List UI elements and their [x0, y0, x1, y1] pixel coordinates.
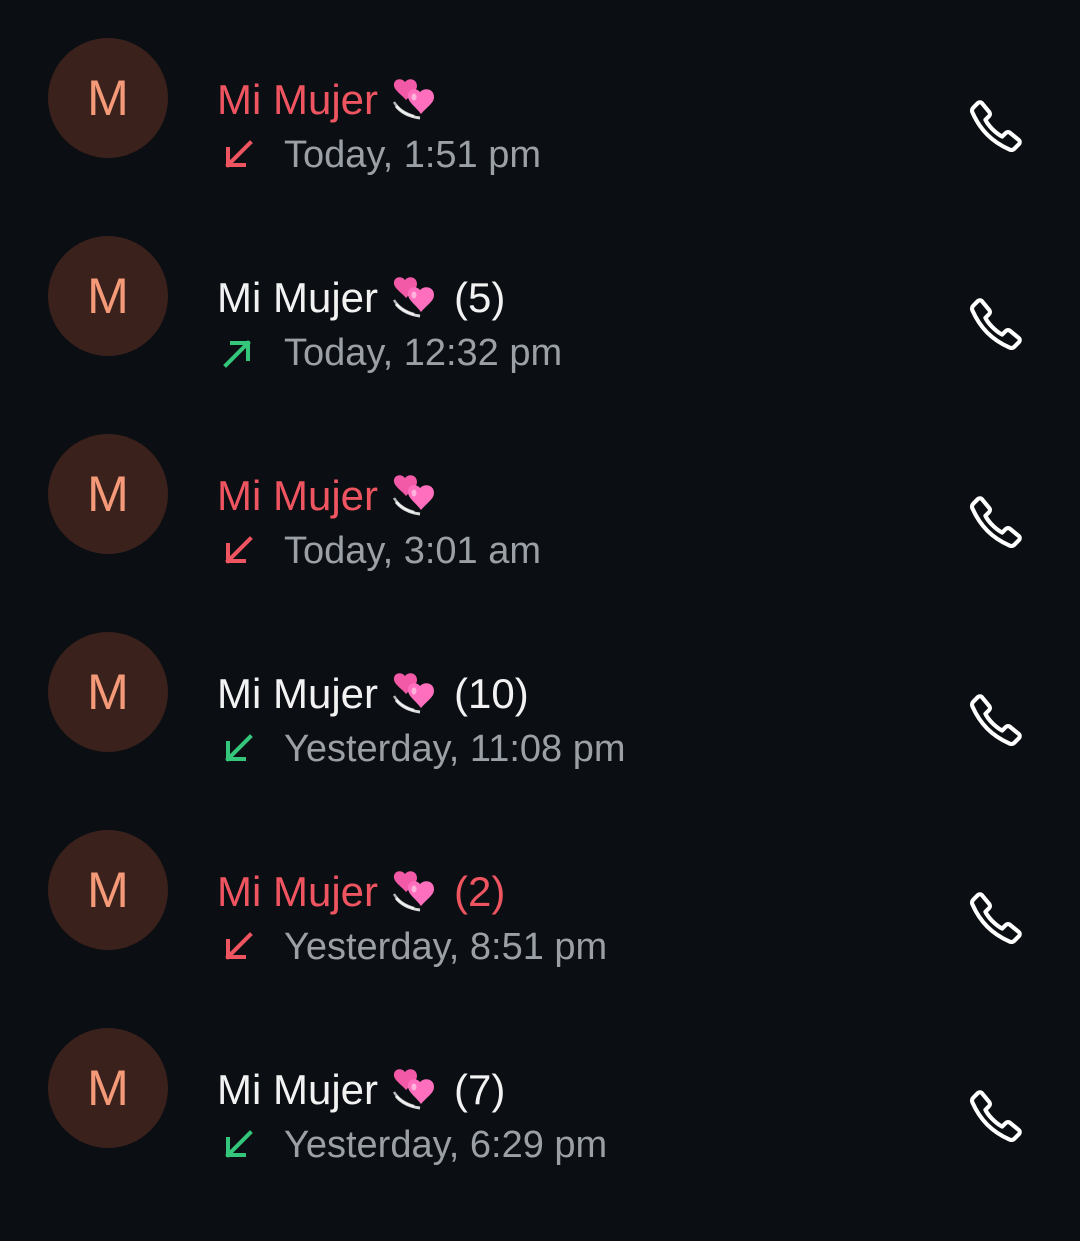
revolving-hearts-icon — [390, 274, 438, 322]
call-time: Yesterday, 11:08 pm — [284, 728, 626, 770]
phone-icon[interactable] — [965, 293, 1027, 355]
arrow-down-left-icon — [220, 137, 284, 173]
call-log-row[interactable]: M Mi Mujer (5) Today, 12:32 pm — [0, 198, 1080, 396]
call-count: (2) — [454, 868, 506, 915]
call-log-row[interactable]: M Mi Mujer (7) Yesterday, 6:29 pm — [0, 990, 1080, 1188]
call-time: Today, 1:51 pm — [284, 134, 542, 176]
arrow-down-left-icon — [220, 731, 284, 767]
phone-icon[interactable] — [965, 95, 1027, 157]
avatar[interactable]: M — [48, 38, 168, 158]
phone-icon[interactable] — [965, 887, 1027, 949]
contact-name-line: Mi Mujer (2) — [217, 862, 505, 922]
avatar[interactable]: M — [48, 830, 168, 950]
call-log-row[interactable]: M Mi Mujer (2) Yesterday, 8:51 pm — [0, 792, 1080, 990]
call-back-button[interactable] — [956, 482, 1036, 562]
revolving-hearts-icon — [390, 76, 438, 124]
contact-name: Mi Mujer — [217, 868, 379, 915]
call-time: Yesterday, 6:29 pm — [284, 1124, 608, 1166]
call-time: Yesterday, 8:51 pm — [284, 926, 608, 968]
call-time: Today, 12:32 pm — [284, 332, 563, 374]
revolving-hearts-icon — [390, 1066, 438, 1114]
phone-icon[interactable] — [965, 1085, 1027, 1147]
contact-name: Mi Mujer — [217, 670, 379, 717]
avatar[interactable]: M — [48, 632, 168, 752]
call-detail-line: Today, 1:51 pm — [220, 130, 541, 180]
avatar[interactable]: M — [48, 1028, 168, 1148]
contact-name-line: Mi Mujer (7) — [217, 1060, 505, 1120]
call-count: (10) — [454, 670, 529, 717]
phone-icon[interactable] — [965, 491, 1027, 553]
call-time: Today, 3:01 am — [284, 530, 542, 572]
call-log-row[interactable]: M Mi Mujer Today, 1:51 pm — [0, 0, 1080, 198]
call-count: (7) — [454, 1066, 506, 1113]
revolving-hearts-icon — [390, 868, 438, 916]
call-detail-line: Yesterday, 8:51 pm — [220, 922, 607, 972]
arrow-up-right-icon — [220, 335, 284, 371]
revolving-hearts-icon — [390, 472, 438, 520]
arrow-down-left-icon — [220, 533, 284, 569]
call-back-button[interactable] — [956, 284, 1036, 364]
phone-icon[interactable] — [965, 689, 1027, 751]
call-back-button[interactable] — [956, 1076, 1036, 1156]
call-detail-line: Yesterday, 11:08 pm — [220, 724, 626, 774]
contact-name: Mi Mujer — [217, 274, 379, 321]
contact-name-line: Mi Mujer — [217, 70, 454, 130]
call-log-row[interactable]: M Mi Mujer (10) Yesterday, 11:08 pm — [0, 594, 1080, 792]
call-detail-line: Yesterday, 6:29 pm — [220, 1120, 607, 1170]
revolving-hearts-icon — [390, 670, 438, 718]
contact-name: Mi Mujer — [217, 472, 379, 519]
call-back-button[interactable] — [956, 878, 1036, 958]
call-log-row[interactable]: M Mi Mujer Today, 3:01 am — [0, 396, 1080, 594]
contact-name: Mi Mujer — [217, 1066, 379, 1113]
call-back-button[interactable] — [956, 680, 1036, 760]
arrow-down-left-icon — [220, 929, 284, 965]
avatar[interactable]: M — [48, 434, 168, 554]
contact-name: Mi Mujer — [217, 76, 379, 123]
call-back-button[interactable] — [956, 86, 1036, 166]
call-log-list: M Mi Mujer Today, 1:51 pm M Mi Mujer (5) Today… — [0, 0, 1080, 1241]
call-count: (5) — [454, 274, 506, 321]
contact-name-line: Mi Mujer — [217, 466, 454, 526]
call-detail-line: Today, 3:01 am — [220, 526, 541, 576]
contact-name-line: Mi Mujer (5) — [217, 268, 505, 328]
contact-name-line: Mi Mujer (10) — [217, 664, 529, 724]
call-detail-line: Today, 12:32 pm — [220, 328, 562, 378]
arrow-down-left-icon — [220, 1127, 284, 1163]
avatar[interactable]: M — [48, 236, 168, 356]
